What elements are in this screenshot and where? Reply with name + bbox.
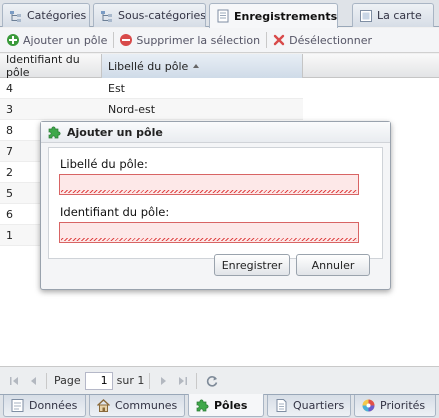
cancel-button[interactable]: Annuler [296,254,370,276]
pole-id-field-label: Identifiant du pôle: [60,205,170,219]
tab-map[interactable]: La carte [352,3,434,27]
dialog-header[interactable]: Ajouter un pôle [41,122,390,143]
pole-label-field-label: Libellé du pôle: [60,157,148,171]
category-tree-icon [10,10,21,22]
bottom-tab-strip: Données Communes Pôles Quartiers Priorit… [0,394,439,418]
pager-separator [149,372,151,389]
top-tab-strip: Catégories Sous-catégories Enregistremen… [0,0,439,28]
add-pole-dialog: Ajouter un pôle Libellé du pôle: Identif… [40,121,391,290]
save-button[interactable]: Enregistrer [214,254,290,276]
refresh-icon [207,375,218,387]
page-label: Page [54,374,81,387]
tab-label: Enregistrements [234,9,338,23]
delete-selection-label: Supprimer la sélection [136,33,261,47]
last-page-button[interactable] [176,374,190,388]
puzzle-icon [48,126,61,138]
cell-label: Est [108,81,125,95]
tab-label: Priorités [380,399,426,412]
puzzle-icon [196,399,209,411]
next-page-icon [161,376,167,385]
invalid-field-underline [61,190,357,193]
table-row[interactable]: 3 Nord-est [0,99,303,120]
first-page-icon [10,376,18,385]
paging-toolbar: Page sur 1 [0,366,439,394]
cell-id: 3 [6,102,13,116]
color-wheel-icon [362,399,375,412]
deselect-button[interactable]: Désélectionner [269,29,376,51]
last-page-icon [179,376,188,385]
tab-categories[interactable]: Catégories [2,3,90,27]
delete-selection-button[interactable]: Supprimer la sélection [116,29,264,51]
dialog-title: Ajouter un pôle [67,125,163,139]
add-pole-button[interactable]: Ajouter un pôle [3,29,111,51]
tab-priorities[interactable]: Priorités [354,395,436,417]
grid-header: Identifiant du pôle Libellé du pôle [0,53,439,79]
table-row[interactable]: 4 Est [0,78,303,99]
tab-label: Catégories [27,9,87,22]
toolbar-separator [266,32,268,48]
tab-label: La carte [377,9,422,22]
remove-icon [120,34,133,46]
refresh-button[interactable] [204,373,220,389]
page-number-input[interactable] [84,371,113,390]
add-pole-label: Ajouter un pôle [23,33,108,47]
cell-id: 4 [6,81,13,95]
column-header-label-sorted[interactable]: Libellé du pôle [102,54,303,78]
data-icon [11,399,24,412]
map-icon [360,9,372,22]
pager-separator [196,372,198,389]
previous-page-icon [31,376,36,385]
tab-neighborhoods[interactable]: Quartiers [267,395,351,417]
page-count-label: sur 1 [116,374,145,387]
tab-data[interactable]: Données [3,395,86,417]
tab-records[interactable]: Enregistrements [209,3,338,28]
tab-label: Communes [115,399,178,412]
tab-poles[interactable]: Pôles [188,394,264,417]
records-icon [217,9,229,23]
next-page-button[interactable] [157,374,171,388]
column-header-label: Identifiant du pôle [6,53,80,79]
grid-toolbar: Ajouter un pôle Supprimer la sélection D… [0,28,439,53]
subcategory-tree-icon [101,10,112,22]
tab-communes[interactable]: Communes [89,395,185,417]
dialog-form: Libellé du pôle: Identifiant du pôle: [48,147,383,259]
pager-separator [46,372,47,389]
tab-label: Données [29,399,78,412]
tab-label: Pôles [214,398,248,412]
tab-subcategories[interactable]: Sous-catégories [93,3,206,27]
house-icon [97,399,110,412]
tab-label: Quartiers [293,399,345,412]
invalid-field-underline [61,238,357,241]
sort-ascending-icon [193,64,200,68]
toolbar-separator [113,32,115,48]
column-header-id[interactable]: Identifiant du pôle [0,53,102,79]
first-page-button[interactable] [7,374,21,388]
close-icon [273,34,285,46]
add-icon [7,34,19,46]
document-icon [276,399,287,412]
cell-label: Nord-est [108,102,156,116]
column-header-label: Libellé du pôle [108,59,189,73]
deselect-label: Désélectionner [289,33,373,47]
previous-page-button[interactable] [26,374,40,388]
tab-label: Sous-catégories [118,9,206,22]
